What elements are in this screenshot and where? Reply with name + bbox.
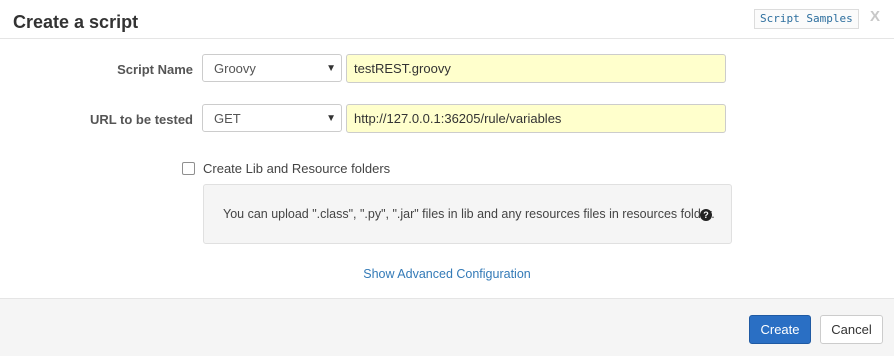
advanced-config-row: Show Advanced Configuration <box>0 266 894 282</box>
http-method-value: GET <box>214 111 241 126</box>
script-name-input[interactable] <box>346 54 726 83</box>
chevron-down-icon: ▼ <box>326 113 336 124</box>
upload-info-text: You can upload ".class", ".py", ".jar" f… <box>223 207 715 221</box>
script-name-label: Script Name <box>117 62 193 77</box>
cancel-button[interactable]: Cancel <box>820 315 883 344</box>
url-label: URL to be tested <box>89 112 193 127</box>
upload-info-box: You can upload ".class", ".py", ".jar" f… <box>203 184 732 244</box>
script-samples-link[interactable]: Script Samples <box>754 9 859 29</box>
help-icon[interactable]: ? <box>700 209 712 221</box>
create-button[interactable]: Create <box>749 315 811 344</box>
create-folders-checkbox[interactable] <box>182 162 195 175</box>
url-input[interactable] <box>346 104 726 133</box>
script-language-value: Groovy <box>214 61 256 76</box>
dialog-header: Create a script Script Samples X <box>0 0 894 39</box>
dialog-footer: Create Cancel <box>0 298 894 356</box>
script-language-select[interactable]: Groovy ▼ <box>202 54 342 82</box>
show-advanced-config-link[interactable]: Show Advanced Configuration <box>363 267 530 281</box>
dialog-title: Create a script <box>13 12 139 32</box>
create-folders-label[interactable]: Create Lib and Resource folders <box>203 161 390 177</box>
http-method-select[interactable]: GET ▼ <box>202 104 342 132</box>
create-script-dialog: Create a script Script Samples X Script … <box>0 0 894 356</box>
close-icon[interactable]: X <box>870 8 880 26</box>
chevron-down-icon: ▼ <box>326 63 336 74</box>
